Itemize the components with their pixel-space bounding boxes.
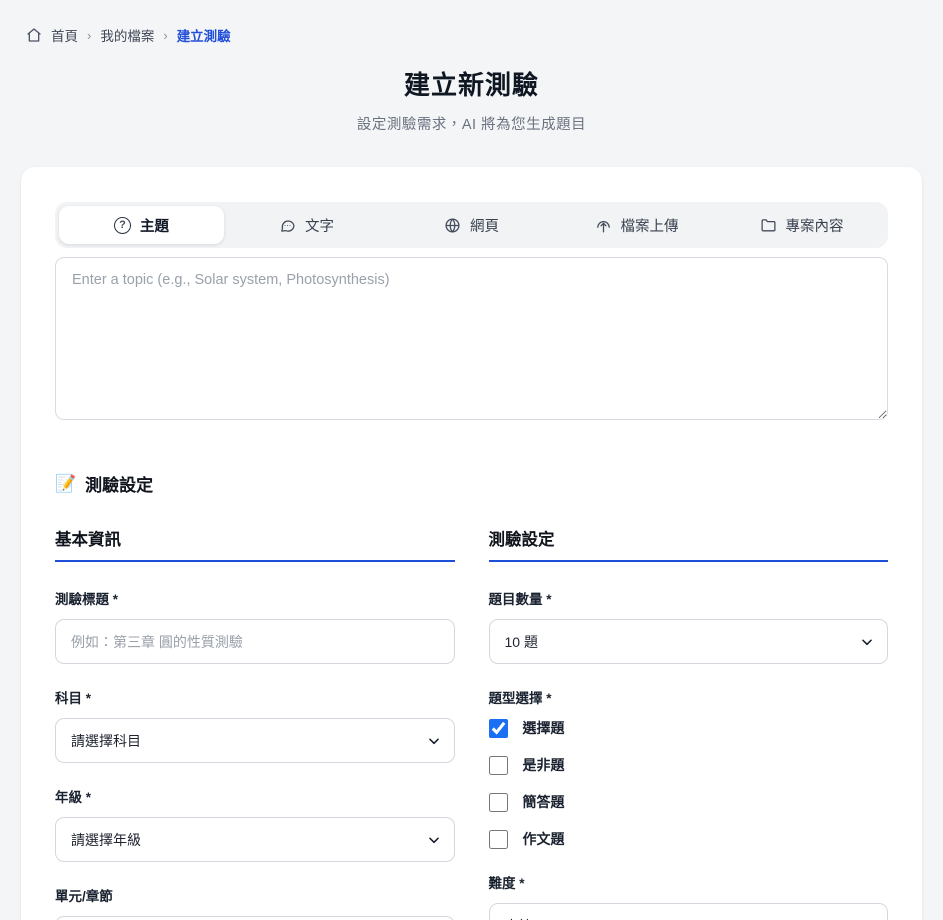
- quiz-setup-card: ? 主題 文字 網頁 檔案上傳 專案內容: [21, 167, 922, 920]
- section-title: 測驗設定: [85, 471, 153, 496]
- tab-label: 檔案上傳: [621, 215, 679, 236]
- difficulty-select[interactable]: 中等: [489, 903, 889, 920]
- tab-label: 專案內容: [786, 215, 844, 236]
- difficulty-label: 難度 *: [489, 872, 889, 892]
- quiz-title-field: 測驗標題 *: [55, 588, 455, 664]
- tab-label: 文字: [305, 215, 334, 236]
- tab-file-upload[interactable]: 檔案上傳: [554, 206, 719, 244]
- grade-field: 年級 * 請選擇年級: [55, 786, 455, 862]
- memo-icon: 📝: [55, 474, 76, 494]
- unit-label: 單元/章節: [55, 885, 455, 905]
- grade-label: 年級 *: [55, 786, 455, 806]
- tab-topic[interactable]: ? 主題: [59, 206, 224, 244]
- quiz-settings-heading: 測驗設定: [489, 526, 889, 562]
- quiz-settings-section-header: 📝 測驗設定: [55, 471, 888, 496]
- question-type-label: 簡答題: [523, 792, 565, 812]
- unit-input[interactable]: [55, 916, 455, 920]
- chat-icon: [279, 217, 296, 234]
- question-count-label: 題目數量 *: [489, 588, 889, 608]
- question-type-checkbox-mcq[interactable]: [489, 719, 508, 738]
- question-type-label: 選擇題: [523, 718, 565, 738]
- question-type-row[interactable]: 是非題: [489, 755, 889, 775]
- question-type-label: 是非題: [523, 755, 565, 775]
- breadcrumb-item-my-files[interactable]: 我的檔案: [100, 25, 154, 45]
- question-type-checkbox-essay[interactable]: [489, 830, 508, 849]
- chevron-right-icon: ›: [87, 28, 91, 43]
- question-circle-icon: ?: [114, 217, 131, 234]
- tab-label: 主題: [140, 215, 169, 236]
- tab-web[interactable]: 網頁: [389, 206, 554, 244]
- subject-select[interactable]: 請選擇科目: [55, 718, 455, 763]
- settings-columns: 基本資訊 測驗標題 * 科目 * 請選擇科目 年級 *: [55, 526, 888, 920]
- question-type-row[interactable]: 簡答題: [489, 792, 889, 812]
- folder-icon: [760, 217, 777, 234]
- upload-icon: [595, 217, 612, 234]
- tab-text[interactable]: 文字: [224, 206, 389, 244]
- tab-project-content[interactable]: 專案內容: [719, 206, 884, 244]
- question-count-field: 題目數量 * 10 題: [489, 588, 889, 664]
- question-type-row[interactable]: 作文題: [489, 829, 889, 849]
- quiz-title-label: 測驗標題 *: [55, 588, 455, 608]
- topic-input[interactable]: [55, 257, 888, 420]
- question-types-field: 題型選擇 * 選擇題 是非題 簡答題: [489, 687, 889, 849]
- page-header: 建立新測驗 設定測驗需求，AI 將為您生成題目: [0, 65, 943, 134]
- subject-field: 科目 * 請選擇科目: [55, 687, 455, 763]
- question-type-checkbox-true-false[interactable]: [489, 756, 508, 775]
- basic-info-heading: 基本資訊: [55, 526, 455, 562]
- question-types-group: 選擇題 是非題 簡答題 作文題: [489, 718, 889, 849]
- source-tabbar: ? 主題 文字 網頁 檔案上傳 專案內容: [55, 202, 888, 248]
- breadcrumb-item-create-quiz: 建立測驗: [177, 25, 231, 45]
- question-types-label: 題型選擇 *: [489, 687, 889, 707]
- subject-label: 科目 *: [55, 687, 455, 707]
- question-type-row[interactable]: 選擇題: [489, 718, 889, 738]
- home-icon[interactable]: [26, 27, 42, 43]
- breadcrumb: 首頁 › 我的檔案 › 建立測驗: [0, 0, 943, 45]
- quiz-settings-column: 測驗設定 題目數量 * 10 題 題型選擇 * 選擇題: [489, 526, 889, 920]
- page-title: 建立新測驗: [0, 65, 943, 102]
- question-count-select[interactable]: 10 題: [489, 619, 889, 664]
- page-subtitle: 設定測驗需求，AI 將為您生成題目: [0, 113, 943, 134]
- question-type-label: 作文題: [523, 829, 565, 849]
- quiz-title-input[interactable]: [55, 619, 455, 664]
- basic-info-column: 基本資訊 測驗標題 * 科目 * 請選擇科目 年級 *: [55, 526, 455, 920]
- globe-icon: [444, 217, 461, 234]
- breadcrumb-item-home[interactable]: 首頁: [51, 25, 78, 45]
- tab-label: 網頁: [470, 215, 499, 236]
- grade-select[interactable]: 請選擇年級: [55, 817, 455, 862]
- question-type-checkbox-short-answer[interactable]: [489, 793, 508, 812]
- unit-field: 單元/章節: [55, 885, 455, 920]
- difficulty-field: 難度 * 中等: [489, 872, 889, 920]
- chevron-right-icon: ›: [163, 28, 167, 43]
